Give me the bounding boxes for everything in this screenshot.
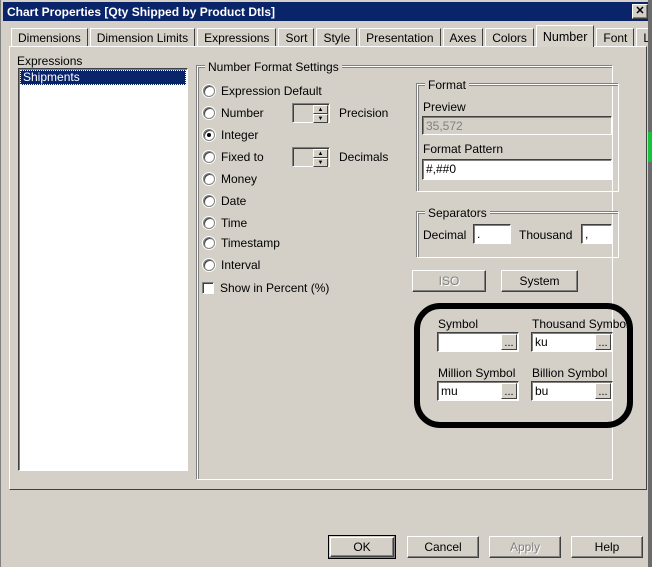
decimals-label: Decimals (339, 150, 389, 164)
precision-label: Precision (339, 106, 389, 120)
show-in-percent-label: Show in Percent (%) (220, 281, 330, 295)
radio-icon (203, 259, 215, 271)
radio-icon (203, 195, 215, 207)
billion-symbol-browse-button[interactable]: ... (595, 383, 611, 399)
million-symbol-browse-button[interactable]: ... (501, 383, 517, 399)
tab-presentation[interactable]: Presentation (359, 28, 441, 47)
billion-symbol-value: bu (535, 384, 549, 398)
checkbox-icon (202, 282, 214, 294)
symbol-label: Symbol (438, 317, 479, 331)
billion-symbol-label: Billion Symbol (532, 366, 608, 380)
thousand-symbol-input[interactable]: ku ... (531, 332, 613, 352)
radio-timestamp[interactable]: Timestamp (203, 236, 280, 250)
radio-label: Time (221, 216, 248, 230)
chart-properties-dialog: Chart Properties [Qty Shipped by Product… (0, 0, 652, 567)
tab-dimension-limits[interactable]: Dimension Limits (89, 28, 196, 47)
radio-icon (203, 237, 215, 249)
decimals-spin-buttons[interactable]: ▲ ▼ (313, 149, 328, 167)
radio-icon (203, 107, 215, 119)
tab-sort[interactable]: Sort (278, 28, 315, 47)
thousand-symbol-label: Thousand Symbol (532, 317, 629, 331)
radio-label: Money (221, 172, 258, 186)
separators-group-title: Separators (425, 206, 490, 220)
billion-symbol-input[interactable]: bu ... (531, 381, 613, 401)
format-pattern-input[interactable]: #,##0 (422, 159, 612, 180)
format-group-title: Format (425, 78, 470, 92)
radio-expression-default[interactable]: Expression Default (203, 84, 322, 98)
spin-up-icon[interactable]: ▲ (313, 105, 328, 114)
radio-icon (203, 173, 215, 185)
radio-icon (203, 217, 215, 229)
tab-font[interactable]: Font (596, 28, 635, 47)
preview-label: Preview (423, 100, 466, 114)
spin-down-icon[interactable]: ▼ (313, 114, 328, 123)
radio-date[interactable]: Date (203, 194, 246, 208)
radio-time[interactable]: Time (203, 216, 247, 230)
tab-strip: Dimensions Dimension Limits Expressions … (11, 25, 652, 47)
tab-number[interactable]: Number (535, 25, 595, 47)
radio-number[interactable]: Number (203, 106, 264, 120)
window-edge-accent (648, 132, 652, 162)
title-bar: Chart Properties [Qty Shipped by Product… (3, 2, 651, 21)
radio-icon (203, 85, 215, 97)
preview-field: 35,572 (422, 116, 612, 135)
radio-label: Interval (221, 258, 261, 272)
help-button[interactable]: Help (571, 536, 643, 558)
number-format-settings-title: Number Format Settings (205, 60, 342, 74)
precision-spin-buttons[interactable]: ▲ ▼ (313, 105, 328, 123)
radio-icon (203, 129, 215, 141)
radio-integer[interactable]: Integer (203, 128, 258, 142)
decimal-separator-input[interactable]: . (473, 224, 511, 244)
window-title: Chart Properties [Qty Shipped by Product… (7, 4, 276, 19)
radio-label: Date (221, 194, 247, 208)
spin-down-icon[interactable]: ▼ (313, 158, 328, 167)
apply-button[interactable]: Apply (489, 536, 561, 558)
system-button[interactable]: System (501, 270, 578, 292)
iso-button[interactable]: ISO (412, 270, 486, 292)
ok-button-label: OK (330, 537, 394, 557)
expressions-label: Expressions (17, 54, 83, 68)
radio-fixed-to[interactable]: Fixed to (203, 150, 264, 164)
window-edge-strip (648, 0, 652, 567)
symbol-input[interactable]: ... (437, 332, 519, 352)
expressions-list[interactable]: Shipments (18, 68, 188, 471)
show-in-percent-checkbox[interactable]: Show in Percent (%) (202, 281, 329, 295)
close-icon[interactable]: ✕ (632, 4, 648, 19)
radio-label: Expression Default (221, 84, 322, 98)
format-pattern-label: Format Pattern (423, 142, 504, 156)
thousand-separator-label: Thousand (519, 228, 573, 242)
radio-label: Integer (221, 128, 259, 142)
million-symbol-label: Million Symbol (438, 366, 516, 380)
symbol-browse-button[interactable]: ... (501, 334, 517, 350)
tab-expressions[interactable]: Expressions (197, 28, 277, 47)
radio-icon (203, 151, 215, 163)
spin-up-icon[interactable]: ▲ (313, 149, 328, 158)
thousand-symbol-value: ku (535, 335, 548, 349)
list-item[interactable]: Shipments (20, 70, 186, 85)
radio-interval[interactable]: Interval (203, 258, 260, 272)
million-symbol-input[interactable]: mu ... (437, 381, 519, 401)
thousand-symbol-browse-button[interactable]: ... (595, 334, 611, 350)
decimal-separator-label: Decimal (423, 228, 467, 242)
radio-label: Fixed to (221, 150, 264, 164)
radio-label: Number (221, 106, 264, 120)
radio-money[interactable]: Money (203, 172, 257, 186)
million-symbol-value: mu (441, 384, 458, 398)
cancel-button[interactable]: Cancel (407, 536, 479, 558)
ok-button[interactable]: OK (328, 535, 396, 559)
tab-dimensions[interactable]: Dimensions (11, 28, 88, 47)
precision-stepper[interactable]: ▲ ▼ (292, 103, 330, 123)
decimals-stepper[interactable]: ▲ ▼ (292, 147, 330, 167)
radio-label: Timestamp (221, 236, 280, 250)
tab-colors[interactable]: Colors (485, 28, 534, 47)
symbol-value (438, 333, 500, 351)
thousand-separator-input[interactable]: , (581, 224, 612, 244)
tab-style[interactable]: Style (316, 28, 358, 47)
tab-axes[interactable]: Axes (442, 28, 484, 47)
